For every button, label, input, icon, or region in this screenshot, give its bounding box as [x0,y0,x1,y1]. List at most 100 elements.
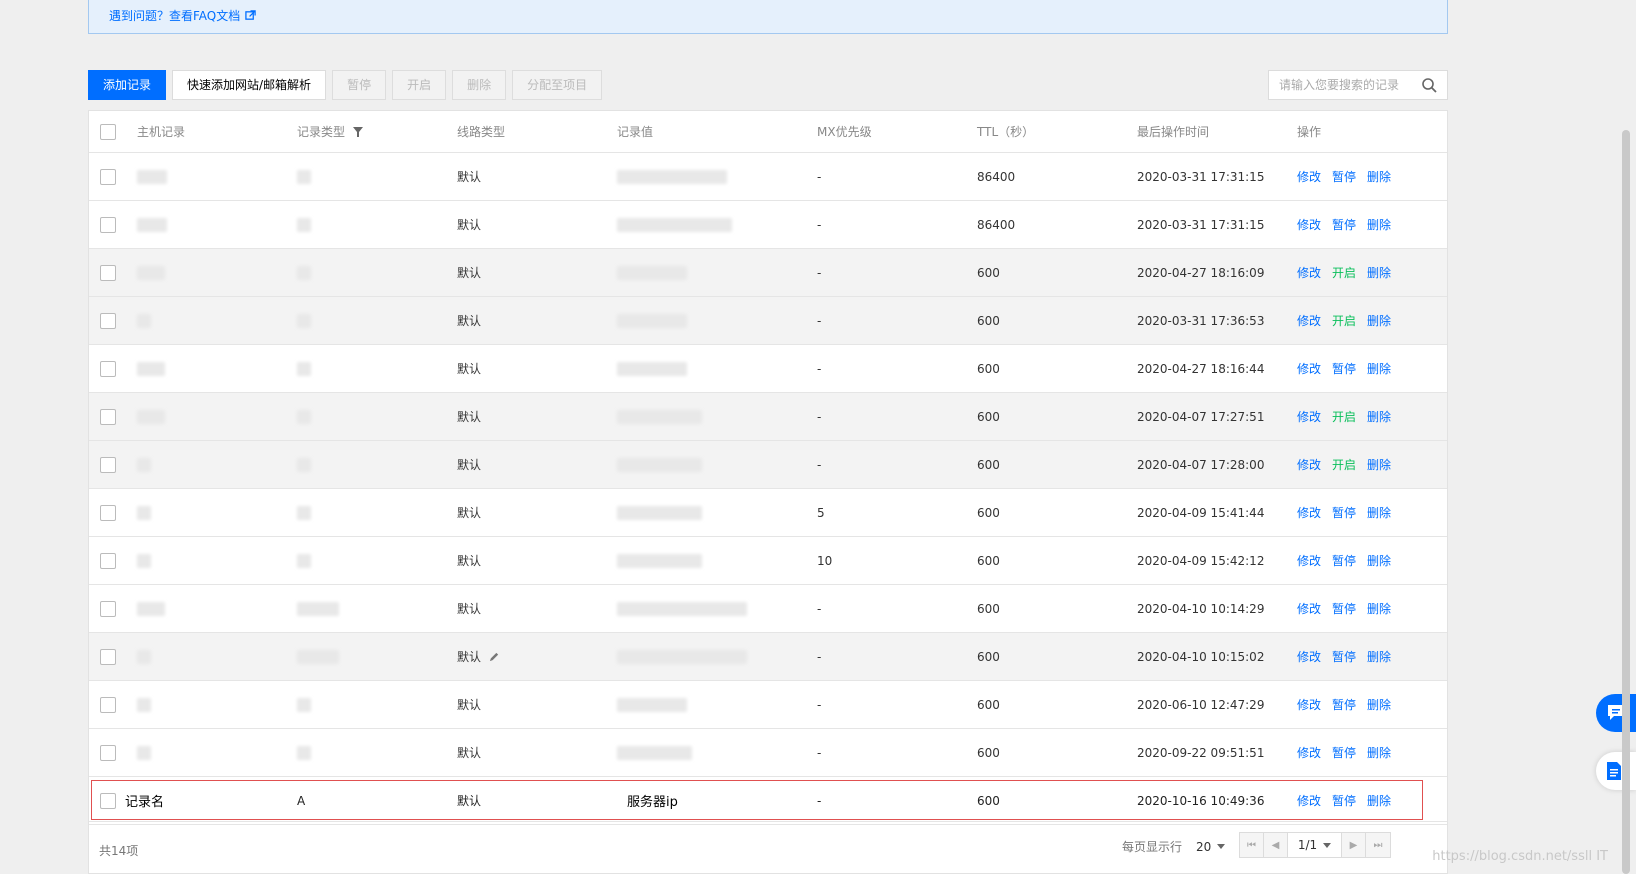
delete-link[interactable]: 删除 [1367,312,1391,329]
enable-link[interactable]: 开启 [1332,312,1356,329]
chat-float-button[interactable] [1596,694,1636,732]
row-checkbox[interactable] [100,264,116,281]
edit-link[interactable]: 修改 [1297,552,1321,569]
masked-host [137,169,167,184]
row-checkbox[interactable] [100,216,116,233]
total-count: 共14项 [99,844,139,858]
edit-link[interactable]: 修改 [1297,264,1321,281]
masked-value [617,745,692,760]
edit-link[interactable]: 修改 [1297,504,1321,521]
row-checkbox[interactable] [100,696,116,713]
per-page-dropdown[interactable]: 20 [1196,840,1226,854]
assign-project-button[interactable]: 分配至项目 [512,70,603,100]
page-select[interactable]: 1/1 [1288,833,1342,857]
pause-link[interactable]: 暂停 [1332,696,1356,713]
row-checkbox[interactable] [100,456,116,473]
pause-button[interactable]: 暂停 [332,70,387,100]
delete-link[interactable]: 删除 [1367,456,1391,473]
row-checkbox[interactable] [100,504,116,521]
delete-link[interactable]: 删除 [1367,696,1391,713]
row-checkbox[interactable] [100,168,116,185]
first-page-icon[interactable]: ⏮ [1240,833,1264,857]
row-checkbox[interactable] [100,312,116,329]
edit-link[interactable]: 修改 [1297,696,1321,713]
enable-link[interactable]: 开启 [1332,408,1356,425]
pause-link[interactable]: 暂停 [1332,600,1356,617]
delete-link[interactable]: 删除 [1367,360,1391,377]
row-checkbox[interactable] [100,552,116,569]
delete-link[interactable]: 删除 [1367,792,1391,809]
prev-page-icon[interactable]: ◀ [1264,833,1288,857]
ttl-cell: 600 [977,745,1000,760]
mx-cell: - [817,169,822,184]
chevron-down-icon [1323,842,1332,848]
edit-link[interactable]: 修改 [1297,456,1321,473]
pause-link[interactable]: 暂停 [1332,360,1356,377]
search-icon[interactable] [1421,77,1437,93]
row-checkbox[interactable] [100,744,116,761]
line-text: 默认 [457,218,482,232]
quick-add-button[interactable]: 快速添加网站/邮箱解析 [172,70,327,100]
enable-link[interactable]: 开启 [1332,264,1356,281]
line-cell: 默认 [457,681,481,728]
edit-link[interactable]: 修改 [1297,168,1321,185]
pause-link[interactable]: 暂停 [1332,792,1356,809]
doc-float-button[interactable] [1596,752,1636,790]
delete-link[interactable]: 删除 [1367,648,1391,665]
delete-link[interactable]: 删除 [1367,552,1391,569]
masked-host [137,553,151,568]
enable-button[interactable]: 开启 [392,70,447,100]
add-record-button[interactable]: 添加记录 [88,70,167,100]
pause-link[interactable]: 暂停 [1332,552,1356,569]
last-page-icon[interactable]: ⏭ [1366,833,1390,857]
delete-link[interactable]: 删除 [1367,408,1391,425]
row-checkbox[interactable] [100,792,116,809]
pause-link[interactable]: 暂停 [1332,648,1356,665]
faq-link[interactable]: 遇到问题？查看FAQ文档 [109,7,256,24]
next-page-icon[interactable]: ▶ [1342,833,1366,857]
delete-link[interactable]: 删除 [1367,744,1391,761]
table-header: 主机记录 记录类型 线路类型 记录值 MX优先级 TTL（秒） 最后操作时间 操… [89,111,1447,153]
masked-host [137,457,151,472]
delete-button[interactable]: 删除 [452,70,507,100]
filter-icon[interactable] [353,126,364,137]
header-type[interactable]: 记录类型 [297,111,364,152]
row-checkbox[interactable] [100,408,116,425]
masked-host [137,409,165,424]
edit-link[interactable]: 修改 [1297,408,1321,425]
edit-link[interactable]: 修改 [1297,600,1321,617]
pencil-icon[interactable] [489,651,500,662]
table-row-new: 记录名 A 默认 服务器ip - 600 2020-10-16 10:49:36… [89,777,1447,825]
pause-link[interactable]: 暂停 [1332,504,1356,521]
edit-link[interactable]: 修改 [1297,360,1321,377]
search-input[interactable] [1269,72,1415,98]
row-checkbox[interactable] [100,360,116,377]
enable-link[interactable]: 开启 [1332,456,1356,473]
edit-link[interactable]: 修改 [1297,744,1321,761]
delete-link[interactable]: 删除 [1367,168,1391,185]
type-cell: A [297,793,306,808]
table-row: 默认 - 600 2020-04-10 10:14:29 修改 暂停 删除 [89,585,1447,633]
pause-link[interactable]: 暂停 [1332,216,1356,233]
page-value: 1/1 [1297,838,1318,852]
page-scrollbar[interactable] [1622,130,1630,874]
header-value: 记录值 [617,125,654,139]
edit-link[interactable]: 修改 [1297,792,1321,809]
masked-type [297,697,311,712]
delete-link[interactable]: 删除 [1367,600,1391,617]
delete-link[interactable]: 删除 [1367,264,1391,281]
masked-value [617,649,747,664]
pause-link[interactable]: 暂停 [1332,168,1356,185]
delete-link[interactable]: 删除 [1367,504,1391,521]
row-checkbox[interactable] [100,600,116,617]
edit-link[interactable]: 修改 [1297,312,1321,329]
line-text: 默认 [457,602,482,616]
edit-link[interactable]: 修改 [1297,648,1321,665]
select-all-checkbox[interactable] [100,123,116,140]
line-cell: 默认 [457,201,481,248]
pause-link[interactable]: 暂停 [1332,744,1356,761]
edit-link[interactable]: 修改 [1297,216,1321,233]
mx-cell: - [817,745,822,760]
delete-link[interactable]: 删除 [1367,216,1391,233]
row-checkbox[interactable] [100,648,116,665]
